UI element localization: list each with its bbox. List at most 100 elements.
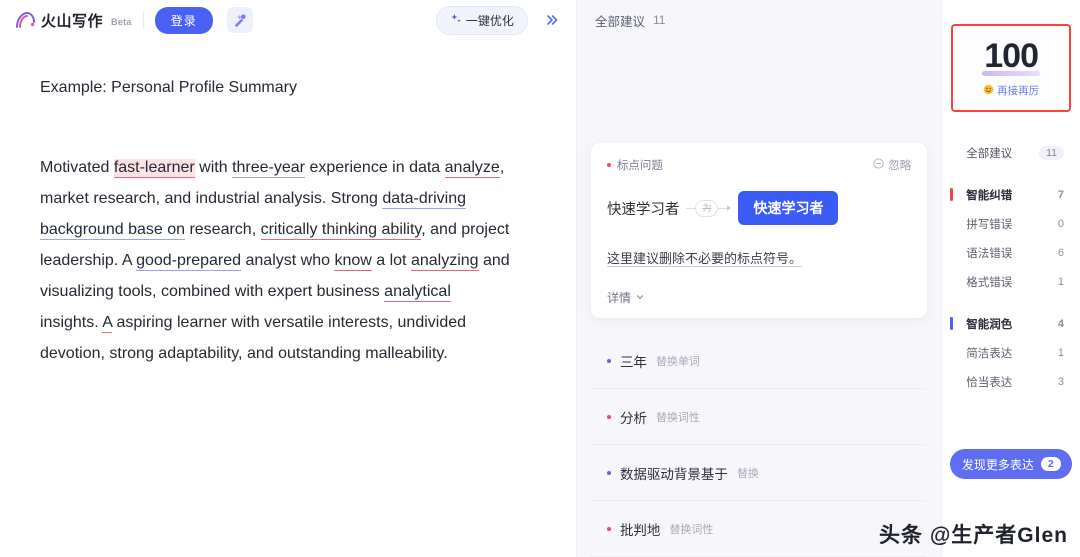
score-value: 100 bbox=[984, 37, 1039, 75]
suggestion-item-kind: 替换单词 bbox=[655, 355, 700, 368]
beta-badge: Beta bbox=[111, 17, 132, 27]
smiley-icon bbox=[983, 84, 994, 98]
suggestion-dot-icon bbox=[606, 358, 611, 363]
nav-item-label: 语法错误 bbox=[966, 247, 1013, 260]
text-mark-red[interactable]: A bbox=[102, 314, 113, 333]
discover-more-button[interactable]: 发现更多表达 2 bbox=[950, 449, 1073, 479]
nav-item-label: 智能润色 bbox=[966, 318, 1013, 331]
nav-item-count: 3 bbox=[1057, 375, 1065, 388]
nav-item-label: 简洁表达 bbox=[966, 347, 1013, 360]
nav-item-智能纠错[interactable]: 智能纠错 7 bbox=[942, 180, 1080, 209]
text-run: insights. bbox=[40, 314, 103, 331]
suggestions-header: 全部建议 11 bbox=[577, 0, 941, 40]
text-mark-red[interactable]: analytical bbox=[384, 283, 451, 302]
nav-item-count: 6 bbox=[1057, 246, 1065, 259]
nav-item-格式错误[interactable]: 格式错误 1 bbox=[942, 267, 1080, 296]
double-chevron-right-icon[interactable] bbox=[538, 6, 566, 34]
suggestion-list-item[interactable]: 批判地 替换词性 bbox=[590, 501, 928, 557]
suggestions-column: 全部建议 11 标点问题 忽略 快速学习者 为 快速学习者 这里建议删除不必要的… bbox=[575, 0, 942, 557]
score-card: 100 再接再厉 bbox=[951, 24, 1072, 112]
suggestion-item-kind: 替换词性 bbox=[669, 523, 714, 536]
text-mark-red[interactable]: analyzing bbox=[410, 252, 479, 271]
discover-more-label: 发现更多表达 bbox=[961, 457, 1034, 472]
suggestion-list-item[interactable]: 三年 替换单词 bbox=[590, 333, 928, 389]
circle-minus-icon bbox=[873, 158, 884, 172]
document-body[interactable]: Motivated fast-learner with three-year e… bbox=[40, 152, 510, 369]
nav-item-label: 拼写错误 bbox=[966, 218, 1013, 231]
ignore-button[interactable]: 忽略 bbox=[873, 157, 911, 173]
text-mark-red-fill[interactable]: fast-learner bbox=[113, 159, 195, 178]
arrow-line bbox=[686, 207, 696, 209]
suggestion-list-item[interactable]: 分析 替换词性 bbox=[590, 389, 928, 445]
nav-active-bar bbox=[950, 317, 954, 330]
suggestions-scroll-area[interactable]: 标点问题 忽略 快速学习者 为 快速学习者 这里建议删除不必要的标点符号。 详情… bbox=[577, 40, 941, 557]
nav-item-语法错误[interactable]: 语法错误 6 bbox=[942, 238, 1080, 267]
suggestion-dot-icon bbox=[606, 414, 611, 419]
replacement-row: 快速学习者 为 快速学习者 bbox=[607, 191, 911, 225]
app-root: 火山写作 Beta 登录 一键优化 Example: Personal Prof… bbox=[0, 0, 1080, 557]
text-run: a lot bbox=[371, 252, 411, 269]
nav-item-label: 恰当表达 bbox=[966, 376, 1013, 389]
top-toolbar: 火山写作 Beta 登录 一键优化 bbox=[0, 0, 576, 40]
one-click-optimize-label: 一键优化 bbox=[465, 13, 514, 28]
score-subtitle: 再接再厉 bbox=[983, 83, 1039, 98]
nav-item-count: 1 bbox=[1057, 346, 1065, 359]
text-mark-red[interactable]: know bbox=[334, 252, 372, 271]
nav-item-count: 4 bbox=[1057, 317, 1065, 330]
suggestion-description: 这里建议删除不必要的标点符号。 bbox=[606, 251, 802, 266]
nav-item-label: 格式错误 bbox=[966, 276, 1013, 289]
removed-token-pill: 为 bbox=[695, 199, 719, 217]
original-word: 快速学习者 bbox=[606, 201, 680, 218]
ignore-label: 忽略 bbox=[888, 160, 912, 172]
nav-group-gap bbox=[942, 296, 1080, 309]
login-button[interactable]: 登录 bbox=[154, 6, 213, 34]
text-mark-blue[interactable]: good-prepared bbox=[136, 252, 242, 271]
details-toggle[interactable]: 详情 bbox=[607, 289, 911, 306]
brand-name: 火山写作 bbox=[41, 12, 104, 30]
nav-item-count: 7 bbox=[1057, 188, 1065, 201]
text-run: Motivated bbox=[40, 159, 114, 176]
nav-group-gap bbox=[942, 167, 1080, 180]
suggestion-item-word: 批判地 bbox=[619, 522, 661, 538]
suggestion-item-word: 分析 bbox=[619, 410, 647, 426]
suggestions-header-count: 11 bbox=[652, 13, 666, 27]
nav-item-label: 智能纠错 bbox=[966, 189, 1013, 202]
apply-replacement-button[interactable]: 快速学习者 bbox=[738, 191, 839, 225]
replace-arrow-group: 为 bbox=[686, 199, 732, 217]
suggestion-list-item[interactable]: 数据驱动背景基于 替换 bbox=[590, 445, 928, 501]
magic-wand-icon[interactable] bbox=[226, 7, 253, 33]
suggestion-item-word: 数据驱动背景基于 bbox=[619, 466, 728, 482]
text-mark-red[interactable]: analyze bbox=[444, 159, 500, 178]
suggestion-item-word: 三年 bbox=[619, 354, 647, 370]
suggestion-dot-icon bbox=[606, 470, 611, 475]
suggestion-type-dot-icon bbox=[606, 163, 611, 167]
arrow-right-icon bbox=[727, 205, 732, 211]
nav-item-智能润色[interactable]: 智能润色 4 bbox=[942, 309, 1080, 338]
discover-more-badge: 2 bbox=[1040, 457, 1061, 471]
category-nav-list[interactable]: 全部建议 11 智能纠错 7 拼写错误 0 语法错误 6 格式错误 1 智能润色 4 简洁表达 1 恰当表达… bbox=[942, 138, 1080, 396]
nav-item-恰当表达[interactable]: 恰当表达 3 bbox=[942, 367, 1080, 396]
text-run: research, bbox=[185, 221, 261, 238]
score-sidebar: 100 再接再厉 全部建议 11 智能纠错 7 拼写错误 0 语法错误 6 格式错误 1 智能润色 4… bbox=[941, 0, 1080, 557]
document-area[interactable]: Example: Personal Profile Summary Motiva… bbox=[0, 40, 576, 557]
details-label: 详情 bbox=[606, 291, 631, 305]
text-mark-blue[interactable]: three-year bbox=[232, 159, 305, 178]
text-mark-red[interactable]: critically thinking ability bbox=[260, 221, 422, 240]
arrow-line-2 bbox=[718, 207, 728, 209]
suggestion-dot-icon bbox=[606, 526, 611, 531]
suggestion-type-tag: 标点问题 bbox=[606, 157, 663, 173]
score-subtitle-label: 再接再厉 bbox=[997, 85, 1040, 97]
toolbar-right-group: 一键优化 bbox=[435, 5, 566, 35]
text-run: experience in data bbox=[305, 159, 445, 176]
nav-item-count: 11 bbox=[1039, 145, 1065, 160]
nav-item-count: 0 bbox=[1057, 217, 1065, 230]
suggestion-list[interactable]: 三年 替换单词 分析 替换词性 数据驱动背景基于 替换 批判地 替换词性 bbox=[590, 333, 928, 557]
suggestion-card-active[interactable]: 标点问题 忽略 快速学习者 为 快速学习者 这里建议删除不必要的标点符号。 详情 bbox=[590, 143, 928, 318]
nav-item-拼写错误[interactable]: 拼写错误 0 bbox=[942, 209, 1080, 238]
suggestion-card-header: 标点问题 忽略 bbox=[606, 157, 911, 173]
nav-item-简洁表达[interactable]: 简洁表达 1 bbox=[942, 338, 1080, 367]
nav-item-全部建议[interactable]: 全部建议 11 bbox=[942, 138, 1080, 167]
volcano-logo-icon bbox=[14, 10, 36, 30]
chevron-down-icon bbox=[635, 291, 645, 305]
one-click-optimize-button[interactable]: 一键优化 bbox=[435, 5, 528, 35]
